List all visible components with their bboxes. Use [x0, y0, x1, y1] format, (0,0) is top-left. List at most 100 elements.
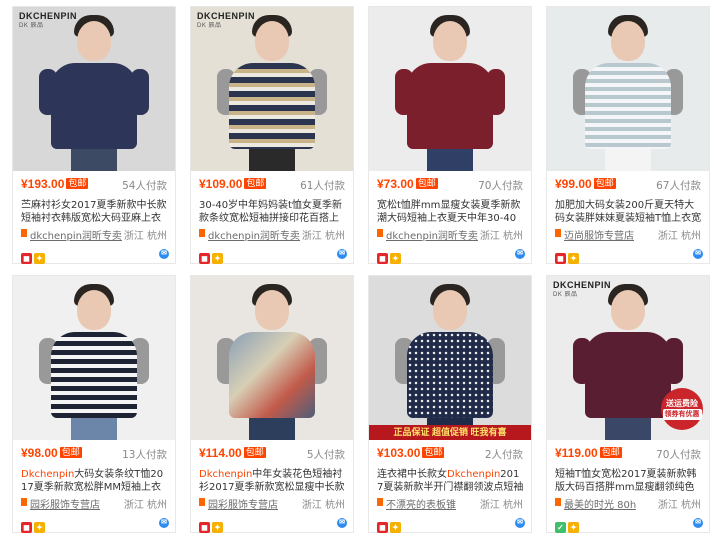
- wangwang-icon[interactable]: ✉: [515, 249, 525, 259]
- price: ¥103.00 包邮: [377, 446, 445, 460]
- shop-link[interactable]: dkchenpin润昕专卖: [30, 227, 122, 242]
- sales-count: 5人付款: [306, 449, 345, 461]
- gold-seller-icon[interactable]: ✦: [390, 522, 401, 533]
- product-title[interactable]: 加肥加大码女装200斤夏天特大码女装胖妹妹夏装短袖T恤上衣宽松: [555, 199, 703, 224]
- sales-count: 70人付款: [478, 180, 523, 192]
- free-shipping-tag: 包邮: [243, 447, 266, 458]
- seller-badges: ◼ ✦: [555, 246, 581, 264]
- product-title[interactable]: Dkchenpin大码女装条纹T恤2017夏季新款宽松胖MM短袖上衣: [21, 468, 169, 493]
- price-row: ¥114.00 包邮 5人付款: [199, 446, 345, 462]
- location: 浙江 杭州: [657, 500, 701, 511]
- gold-seller-icon[interactable]: ✦: [390, 253, 401, 264]
- product-card[interactable]: DKCHENPIN DK 辰品 ¥193.00 包邮 54人付款 苎麻衬衫女2017…: [12, 6, 176, 264]
- shop-icon: [377, 498, 383, 506]
- product-card[interactable]: DKCHENPIN DK 辰品 送运费险 领券有优惠 ¥119.00 包邮 70人付款 …: [546, 275, 710, 533]
- wangwang-icon[interactable]: ✉: [693, 249, 703, 259]
- shop-link[interactable]: dkchenpin润昕专卖: [208, 227, 300, 242]
- product-image[interactable]: DKCHENPIN DK 辰品 送运费险 领券有优惠: [547, 276, 709, 440]
- sales-count: 54人付款: [122, 180, 167, 192]
- product-card[interactable]: DKCHENPIN DK 辰品 ¥109.00 包邮 61人付款 30-40岁中年妈…: [190, 6, 354, 264]
- shop-row: dkchenpin润昕专卖 浙江 杭州: [377, 227, 523, 242]
- tmall-icon[interactable]: ◼: [199, 253, 210, 264]
- product-image[interactable]: [13, 276, 175, 440]
- location: 浙江 杭州: [123, 231, 167, 242]
- price-row: ¥109.00 包邮 61人付款: [199, 177, 345, 193]
- price: ¥98.00 包邮: [21, 446, 82, 460]
- tmall-icon[interactable]: ◼: [377, 522, 388, 533]
- price-row: ¥103.00 包邮 2人付款: [377, 446, 523, 462]
- wangwang-icon[interactable]: ✉: [337, 518, 347, 528]
- product-card[interactable]: ¥73.00 包邮 70人付款 宽松t恤胖mm显瘦女装夏季新款潮大码短袖上衣夏天中…: [368, 6, 532, 264]
- product-title[interactable]: 短袖T恤女宽松2017夏装新款韩版大码百搭胖mm显瘦翻领纯色上衣: [555, 468, 703, 493]
- product-image[interactable]: [369, 7, 531, 171]
- product-image[interactable]: DKCHENPIN DK 辰品: [13, 7, 175, 171]
- wangwang-icon[interactable]: ✉: [515, 518, 525, 528]
- promo-stamp: 送运费险 领券有优惠: [661, 388, 703, 430]
- product-card[interactable]: ¥114.00 包邮 5人付款 Dkchenpin中年女装花色短袖衬衫2017夏季…: [190, 275, 354, 533]
- seller-badges: ◼ ✦: [21, 246, 47, 264]
- shop-link[interactable]: 迈尚服饰专营店: [564, 227, 634, 242]
- location: 浙江 杭州: [657, 231, 701, 242]
- location: 浙江 杭州: [123, 500, 167, 511]
- wangwang-icon[interactable]: ✉: [159, 518, 169, 528]
- seller-badges: ◼ ✦: [377, 515, 403, 533]
- shop-icon: [199, 498, 205, 506]
- seller-badges: ◼ ✦: [199, 246, 225, 264]
- product-title[interactable]: 30-40岁中年妈妈装t恤女夏季新款条纹宽松短袖拼接印花百搭上衣: [199, 199, 347, 224]
- shop-row: dkchenpin润昕专卖 浙江 杭州: [199, 227, 345, 242]
- shop-link[interactable]: 不漂亮的表板锥: [386, 496, 456, 511]
- product-title[interactable]: Dkchenpin中年女装花色短袖衬衫2017夏季新款宽松显瘦中长款衬衣: [199, 468, 347, 493]
- sales-count: 2人付款: [484, 449, 523, 461]
- shop-row: 迈尚服饰专营店 浙江 杭州: [555, 227, 701, 242]
- shop-row: dkchenpin润昕专卖 浙江 杭州: [21, 227, 167, 242]
- product-image[interactable]: [547, 7, 709, 171]
- tmall-icon[interactable]: ◼: [21, 522, 32, 533]
- location: 浙江 杭州: [301, 231, 345, 242]
- price: ¥73.00 包邮: [377, 177, 438, 191]
- shop-icon: [21, 229, 27, 237]
- tmall-icon[interactable]: ◼: [21, 253, 32, 264]
- free-shipping-tag: 包邮: [415, 178, 438, 189]
- price: ¥99.00 包邮: [555, 177, 616, 191]
- tmall-icon[interactable]: ◼: [199, 522, 210, 533]
- product-title[interactable]: 苎麻衬衫女2017夏季新款中长款短袖衬衣韩版宽松大码亚麻上衣: [21, 199, 169, 224]
- product-title[interactable]: 宽松t恤胖mm显瘦女装夏季新款潮大码短袖上衣夏天中年30-40妈妈: [377, 199, 525, 224]
- wangwang-icon[interactable]: ✉: [159, 249, 169, 259]
- shop-icon: [199, 229, 205, 237]
- free-shipping-tag: 包邮: [244, 178, 267, 189]
- seller-badges: ◼ ✦: [21, 515, 47, 533]
- shop-link[interactable]: dkchenpin润昕专卖: [386, 227, 478, 242]
- seller-badges: ✓ ✦: [555, 515, 581, 533]
- price: ¥109.00 包邮: [199, 177, 267, 191]
- product-image[interactable]: 正品保证 超值促销 旺我有喜: [369, 276, 531, 440]
- product-card[interactable]: 正品保证 超值促销 旺我有喜 ¥103.00 包邮 2人付款 连衣裙中长款女Dkc…: [368, 275, 532, 533]
- gold-seller-icon[interactable]: ✦: [34, 253, 45, 264]
- product-card[interactable]: ¥99.00 包邮 67人付款 加肥加大码女装200斤夏天特大码女装胖妹妹夏装短袖…: [546, 6, 710, 264]
- gold-seller-icon[interactable]: ✦: [212, 253, 223, 264]
- product-image[interactable]: DKCHENPIN DK 辰品: [191, 7, 353, 171]
- shop-link[interactable]: 园彩服饰专营店: [208, 496, 278, 511]
- product-image[interactable]: [191, 276, 353, 440]
- seller-badges: ◼ ✦: [199, 515, 225, 533]
- tmall-icon[interactable]: ✓: [555, 522, 566, 533]
- shop-link[interactable]: 园彩服饰专营店: [30, 496, 100, 511]
- tmall-icon[interactable]: ◼: [555, 253, 566, 264]
- gold-seller-icon[interactable]: ✦: [212, 522, 223, 533]
- gold-seller-icon[interactable]: ✦: [568, 253, 579, 264]
- gold-seller-icon[interactable]: ✦: [568, 522, 579, 533]
- price-row: ¥119.00 包邮 70人付款: [555, 446, 701, 462]
- price-row: ¥73.00 包邮 70人付款: [377, 177, 523, 193]
- price: ¥193.00 包邮: [21, 177, 89, 191]
- product-title[interactable]: 连衣裙中长款女Dkchenpin2017夏装新款半开门襟翻领波点短袖裙子: [377, 468, 525, 493]
- free-shipping-tag: 包邮: [593, 178, 616, 189]
- wangwang-icon[interactable]: ✉: [693, 518, 703, 528]
- gold-seller-icon[interactable]: ✦: [34, 522, 45, 533]
- sales-count: 61人付款: [300, 180, 345, 192]
- tmall-icon[interactable]: ◼: [377, 253, 388, 264]
- location: 浙江 杭州: [479, 500, 523, 511]
- product-card[interactable]: ¥98.00 包邮 13人付款 Dkchenpin大码女装条纹T恤2017夏季新款…: [12, 275, 176, 533]
- shop-icon: [377, 229, 383, 237]
- free-shipping-tag: 包邮: [66, 178, 89, 189]
- wangwang-icon[interactable]: ✉: [337, 249, 347, 259]
- shop-link[interactable]: 最美的时光 80h: [564, 496, 636, 511]
